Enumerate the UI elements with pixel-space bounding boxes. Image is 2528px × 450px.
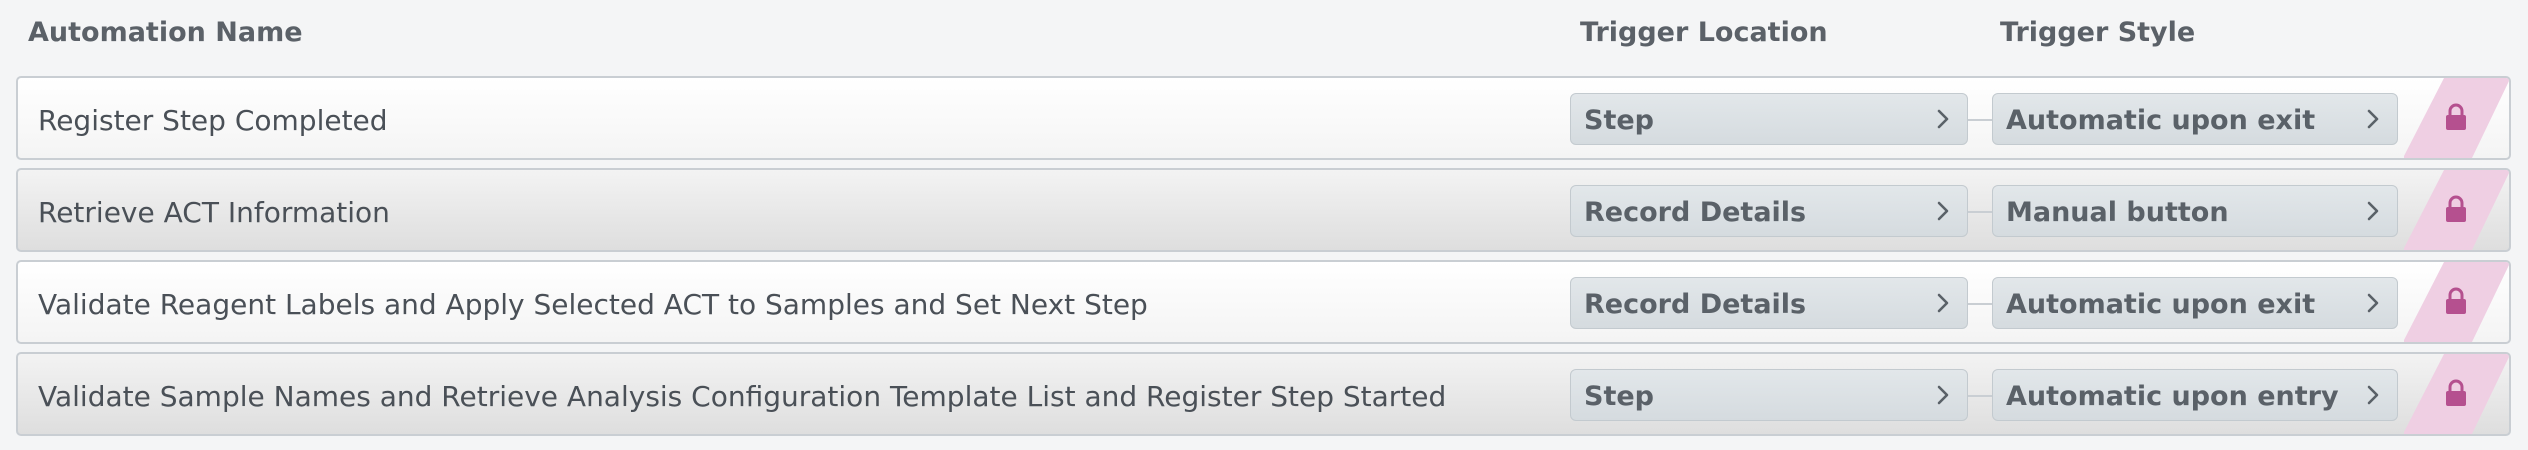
connector-line bbox=[1968, 211, 1992, 213]
trigger-style-button[interactable]: Manual button bbox=[1992, 185, 2398, 237]
column-header-trigger-location: Trigger Location bbox=[1580, 17, 1828, 48]
chevron-right-icon bbox=[2367, 201, 2379, 221]
chevron-right-icon bbox=[1937, 293, 1949, 313]
trigger-style-label: Automatic upon entry bbox=[2006, 381, 2339, 412]
locked-indicator bbox=[2404, 262, 2509, 342]
table-header: Automation Name Trigger Location Trigger… bbox=[0, 0, 2528, 72]
chevron-right-icon bbox=[2367, 109, 2379, 129]
trigger-location-button[interactable]: Record Details bbox=[1570, 277, 1968, 329]
trigger-location-label: Step bbox=[1584, 105, 1654, 136]
automation-name: Register Step Completed bbox=[38, 104, 388, 137]
trigger-location-label: Record Details bbox=[1584, 197, 1807, 228]
trigger-location-label: Step bbox=[1584, 381, 1654, 412]
automation-name: Retrieve ACT Information bbox=[38, 196, 390, 229]
trigger-style-button[interactable]: Automatic upon exit bbox=[1992, 93, 2398, 145]
trigger-location-button[interactable]: Step bbox=[1570, 93, 1968, 145]
chevron-right-icon bbox=[2367, 293, 2379, 313]
column-header-trigger-style: Trigger Style bbox=[2000, 17, 2196, 48]
connector-line bbox=[1968, 395, 1992, 397]
trigger-style-label: Automatic upon exit bbox=[2006, 289, 2316, 320]
chevron-right-icon bbox=[2367, 385, 2379, 405]
column-header-automation-name: Automation Name bbox=[28, 17, 303, 48]
trigger-location-button[interactable]: Step bbox=[1570, 369, 1968, 421]
automation-row[interactable]: Validate Sample Names and Retrieve Analy… bbox=[16, 352, 2511, 436]
locked-indicator bbox=[2404, 170, 2509, 250]
trigger-location-button[interactable]: Record Details bbox=[1570, 185, 1968, 237]
automation-name: Validate Sample Names and Retrieve Analy… bbox=[38, 380, 1447, 413]
trigger-location-label: Record Details bbox=[1584, 289, 1807, 320]
trigger-style-button[interactable]: Automatic upon exit bbox=[1992, 277, 2398, 329]
automation-row[interactable]: Retrieve ACT Information Record Details … bbox=[16, 168, 2511, 252]
lock-icon bbox=[2446, 195, 2466, 222]
connector-line bbox=[1968, 303, 1992, 305]
lock-icon bbox=[2446, 103, 2466, 130]
locked-indicator bbox=[2404, 78, 2509, 158]
automations-panel: Automation Name Trigger Location Trigger… bbox=[0, 0, 2528, 450]
automation-row[interactable]: Register Step Completed Step Automatic u… bbox=[16, 76, 2511, 160]
lock-icon bbox=[2446, 287, 2466, 314]
trigger-style-label: Automatic upon exit bbox=[2006, 105, 2316, 136]
lock-icon bbox=[2446, 379, 2466, 406]
trigger-style-button[interactable]: Automatic upon entry bbox=[1992, 369, 2398, 421]
chevron-right-icon bbox=[1937, 201, 1949, 221]
automation-name: Validate Reagent Labels and Apply Select… bbox=[38, 288, 1148, 321]
automation-row[interactable]: Validate Reagent Labels and Apply Select… bbox=[16, 260, 2511, 344]
chevron-right-icon bbox=[1937, 385, 1949, 405]
locked-indicator bbox=[2404, 354, 2509, 434]
connector-line bbox=[1968, 119, 1992, 121]
chevron-right-icon bbox=[1937, 109, 1949, 129]
trigger-style-label: Manual button bbox=[2006, 197, 2229, 228]
